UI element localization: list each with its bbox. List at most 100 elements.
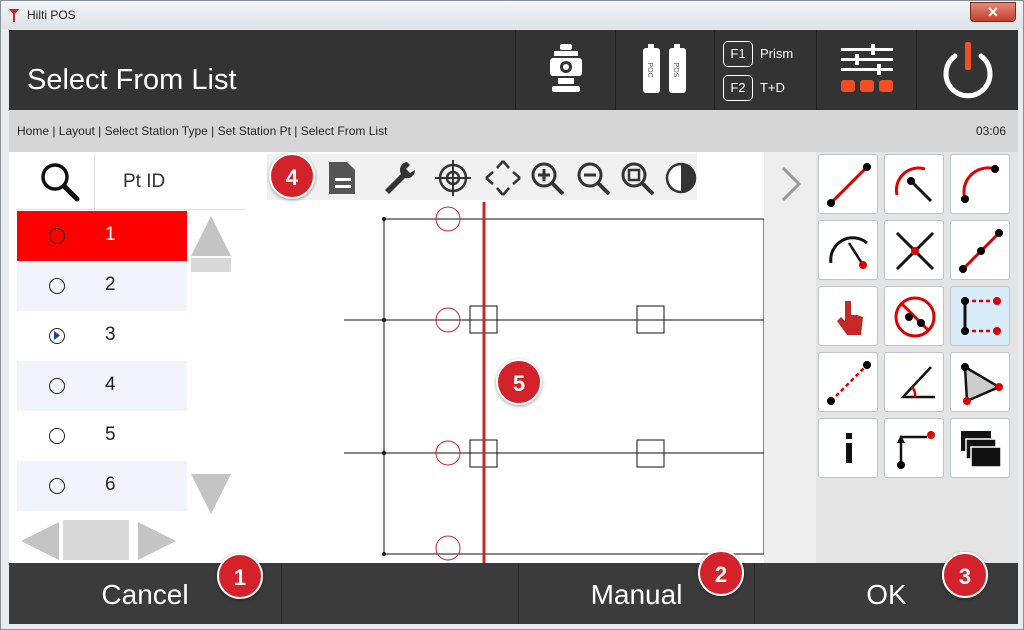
hilti-app-icon [9,9,19,22]
scroll-right-icon[interactable] [136,520,178,562]
radio-button [49,278,65,294]
settings-sliders-icon [841,44,893,92]
tool-layers-button[interactable] [950,418,1010,478]
title-bar: Hilti POS ✕ [1,1,1023,29]
layer-file-icon[interactable] [321,158,361,198]
breadcrumb-text: Home | Layout | Select Station Type | Se… [17,124,388,138]
callout-badge-1: 1 [217,553,263,599]
power-button[interactable] [916,30,1018,110]
header-bar: Select From List POC POS F1 Prism F2 T+D [9,30,1018,110]
contrast-icon[interactable] [661,158,701,198]
info-icon [846,433,852,463]
list-item[interactable]: 6 [17,461,187,511]
callout-badge-2: 2 [698,550,744,596]
f1-label: Prism [760,46,794,61]
search-button[interactable] [17,154,95,210]
radio-button [49,428,65,444]
total-station-icon [550,44,582,92]
tool-polygon-button[interactable] [950,352,1010,412]
f2-label: T+D [760,80,785,95]
list-item-label: 4 [105,374,116,395]
intersection-icon [895,231,935,271]
tool-arc-three-point-button[interactable] [950,154,1010,214]
f2-key-button[interactable]: F2 [723,75,753,101]
zoom-out-icon[interactable] [573,158,613,198]
tool-intersection-button[interactable] [884,220,944,280]
settings-button[interactable] [816,30,916,110]
list-item[interactable]: 3 [17,311,187,361]
dashed-line-icon [827,361,871,405]
offset-icon [961,297,1001,335]
tool-coordinate-offset-button[interactable] [884,418,944,478]
tool-pick-button[interactable] [818,286,878,346]
scroll-left-icon[interactable] [19,520,61,562]
page-title: Select From List [27,64,237,96]
zoom-extent-icon[interactable] [617,158,657,198]
tool-offset-button[interactable] [950,286,1010,346]
zoom-in-icon[interactable] [527,158,567,198]
f1-key-button[interactable]: F1 [723,41,753,67]
radio-button [49,228,65,244]
function-keys-panel: F1 Prism F2 T+D [714,30,816,110]
list-item-label: 5 [105,424,116,445]
list-item[interactable]: 2 [17,261,187,311]
instrument-button[interactable] [515,30,615,110]
point-list-panel: Pt ID 1 2 3 4 5 6 [9,152,268,563]
tool-panel-toggle-strip [764,152,816,563]
clear-points-icon [894,296,936,338]
arc-tool-icon [894,166,933,203]
angle-icon [900,366,935,399]
tool-angle-button[interactable] [884,352,944,412]
coordinate-offset-icon [897,431,935,469]
wrench-icon[interactable] [379,158,419,198]
arc-center-icon [829,236,868,269]
search-icon [41,163,80,202]
clock-time: 03:06 [975,124,1006,138]
list-item-label: 2 [105,274,116,295]
drawing-tools-grid [816,152,1018,563]
power-icon [943,42,993,99]
tool-point-on-line-button[interactable] [950,220,1010,280]
polygon-icon [961,363,1003,405]
radio-button [49,328,65,344]
radio-button [49,478,65,494]
list-item[interactable]: 4 [17,361,187,411]
tool-info-button[interactable] [818,418,878,478]
list-item-label: 1 [105,224,116,245]
chevron-right-icon[interactable] [778,164,804,204]
battery-label-poc: POC [646,62,653,77]
footer-empty-slot [282,563,519,624]
list-item[interactable]: 1 [17,211,187,261]
list-item-label: 3 [105,324,116,345]
map-canvas[interactable] [254,152,764,563]
tool-clear-points-button[interactable] [884,286,944,346]
point-on-line-icon [959,229,1003,273]
radio-button [49,378,65,394]
callout-badge-4: 4 [269,153,315,199]
scroll-down-icon[interactable] [189,472,233,516]
tool-arc-button[interactable] [884,154,944,214]
battery-icon: POC POS [643,44,686,93]
window-title: Hilti POS [27,8,76,22]
tool-dashed-line-button[interactable] [818,352,878,412]
horizontal-scroll-thumb[interactable] [63,520,129,560]
battery-label-pos: POS [672,63,679,78]
tool-line-button[interactable] [818,154,878,214]
scroll-up-icon[interactable] [189,212,233,274]
pt-id-column-header[interactable]: Pt ID [96,154,246,210]
arc-three-point-icon [961,165,999,203]
map-toolbar [267,154,697,200]
line-tool-icon [827,163,871,207]
list-item[interactable]: 5 [17,411,187,461]
footer-bar: Cancel Manual OK [9,563,1018,624]
site-plan-drawing [344,202,764,563]
target-icon[interactable] [433,158,473,198]
tool-arc-center-button[interactable] [818,220,878,280]
breadcrumb: Home | Layout | Select Station Type | Se… [9,110,1018,152]
pan-arrows-icon[interactable] [483,158,523,198]
play-marker-icon [54,331,60,340]
battery-button[interactable]: POC POS [615,30,715,110]
list-item-label: 6 [105,474,116,495]
window-close-button[interactable]: ✕ [970,2,1016,22]
hand-pointer-icon [837,301,863,335]
